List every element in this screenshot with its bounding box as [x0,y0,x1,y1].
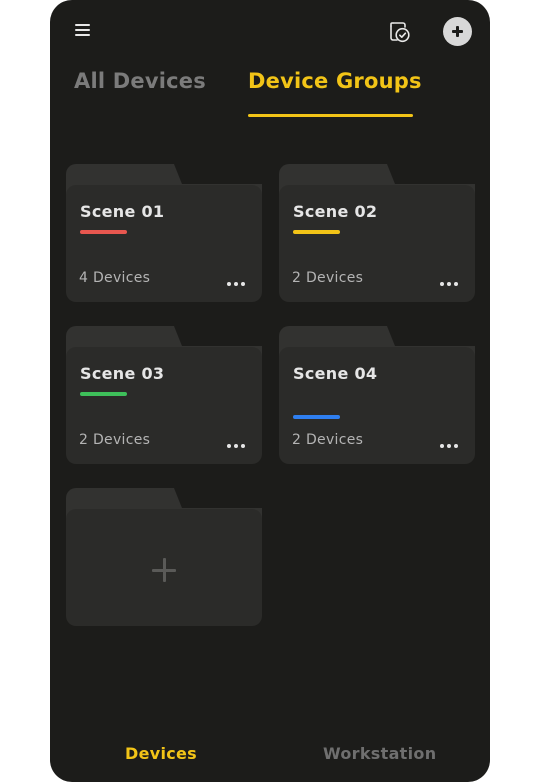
group-color-bar [80,392,127,396]
group-device-count: 2 Devices [292,270,364,286]
plus-icon [152,558,176,582]
history-check-icon[interactable] [388,18,412,44]
app-screen: All Devices Device Groups Scene 01 4 Dev… [50,0,490,782]
group-name: Scene 02 [293,202,378,221]
group-card-scene-02[interactable]: Scene 02 2 Devices [279,164,475,302]
nav-devices[interactable]: Devices [125,744,197,763]
tab-all-devices[interactable]: All Devices [74,69,206,93]
more-options-icon[interactable] [440,281,460,287]
top-bar [50,0,490,62]
group-card-scene-01[interactable]: Scene 01 4 Devices [66,164,262,302]
group-device-count: 4 Devices [79,270,151,286]
nav-workstation[interactable]: Workstation [323,744,436,763]
hamburger-menu-icon[interactable] [74,21,92,39]
more-options-icon[interactable] [227,443,247,449]
more-options-icon[interactable] [227,281,247,287]
bottom-nav: Devices Workstation [50,730,490,782]
plus-circle-icon[interactable] [443,17,472,46]
group-device-count: 2 Devices [292,432,364,448]
group-color-bar [293,230,340,234]
group-name: Scene 04 [293,364,378,383]
group-card-scene-03[interactable]: Scene 03 2 Devices [66,326,262,464]
add-group-card[interactable] [66,488,262,626]
more-options-icon[interactable] [440,443,460,449]
group-name: Scene 03 [80,364,165,383]
group-color-bar [293,415,340,419]
group-name: Scene 01 [80,202,165,221]
active-tab-indicator [248,114,413,117]
group-card-scene-04[interactable]: Scene 04 2 Devices [279,326,475,464]
group-color-bar [80,230,127,234]
group-device-count: 2 Devices [79,432,151,448]
tab-device-groups[interactable]: Device Groups [248,69,422,93]
